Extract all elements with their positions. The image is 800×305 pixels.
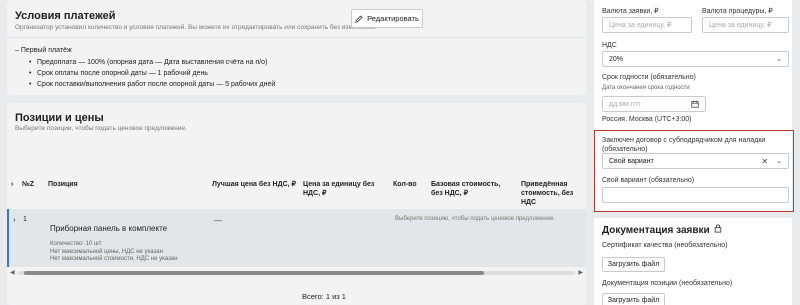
lock-icon — [715, 224, 722, 233]
position-max-cost: Нет максимальной стоимости, НДС не указа… — [50, 256, 178, 262]
upload-position-docs-button[interactable]: Загрузить файл — [602, 293, 665, 305]
payment-conditions-title: Условия платежей — [15, 10, 116, 22]
positions-subtitle: Выберите позиции, чтобы подать ценовое п… — [15, 125, 187, 132]
main-content: Условия платежей Организатор установил к… — [0, 0, 586, 305]
col-unit-price[interactable]: Цена за единицу без НДС, ₽ — [303, 180, 383, 198]
col-number[interactable]: №Z — [22, 180, 34, 189]
quality-cert-label: Сертификат качества (необязательно) — [602, 242, 728, 249]
unit-price-input-proc[interactable]: Цена за единицу, ₽ — [702, 17, 789, 33]
expand-all-icon[interactable]: › — [11, 180, 13, 189]
docs-title: Документация заявки — [602, 224, 722, 236]
col-base-cost[interactable]: Базовая стоимость, без НДС, ₽ — [431, 180, 511, 198]
highlight-frame — [594, 130, 794, 212]
best-price-value: — — [214, 216, 222, 225]
scrollbar-thumb[interactable] — [24, 271, 484, 275]
expiry-hint: Дата окончания срока годности — [602, 85, 690, 91]
unit-price-input-app[interactable]: Цена за единицу, ₽ — [602, 17, 692, 33]
date-placeholder: дд.мм.гггг — [609, 100, 641, 108]
positions-card: Позиции и цены Выберите позиции, чтобы п… — [7, 103, 586, 305]
position-max-price: Нет максимальной цены, НДС не указан — [50, 248, 163, 255]
payment-conditions-card: Условия платежей Организатор установил к… — [7, 0, 586, 95]
col-reduced-cost[interactable]: Приведённая стоимость, без НДС — [521, 180, 586, 207]
position-docs-label: Документация позиции (необязательно) — [602, 280, 733, 287]
payment-head: – Первый платёж — [15, 47, 72, 54]
table-row[interactable]: › 1 Приборная панель в комплекте Количес… — [7, 209, 586, 267]
payment-item: Предоплата — 100% (опорная дата — Дата в… — [29, 57, 275, 68]
col-quantity[interactable]: Кол-во — [393, 180, 417, 189]
upload-quality-button[interactable]: Загрузить файл — [602, 257, 665, 272]
position-meta: Количество: 10 шт Нет максимальной цены,… — [50, 241, 178, 264]
divider — [7, 37, 586, 38]
expiry-date-input[interactable]: дд.мм.гггг — [602, 96, 706, 112]
col-position[interactable]: Позиция — [48, 180, 78, 189]
col-best-price[interactable]: Лучшая цена без НДС, ₽ — [212, 180, 297, 189]
vat-label: НДС — [602, 42, 617, 49]
row-hint: Выберите позицию, чтобы подать ценовое п… — [395, 216, 555, 222]
chevron-down-icon: ⌄ — [776, 56, 782, 63]
positions-title: Позиции и цены — [15, 112, 104, 124]
pager-total: Всего: 1 из 1 — [302, 292, 346, 301]
payment-item: Срок поставки/выполнения работ после опо… — [29, 79, 275, 90]
edit-button[interactable]: Редактировать — [351, 9, 423, 28]
payment-list: – Первый платёж Предоплата — 100% (опорн… — [15, 47, 275, 90]
scroll-left-icon[interactable]: ◀ — [10, 269, 15, 276]
timezone-text: Россия, Москва (UTC+3:00) — [602, 116, 692, 123]
expiry-label: Срок годности (обязательно) — [602, 74, 696, 81]
app-currency-label: Валюта заявки, ₽ — [602, 8, 659, 15]
expand-row-icon[interactable]: › — [13, 215, 16, 224]
docs-title-text: Документация заявки — [602, 225, 710, 236]
scroll-right-icon[interactable]: ▶ — [578, 269, 583, 276]
position-name: Приборная панель в комплекте — [50, 224, 168, 233]
payment-item: Срок оплаты после опорной даты — 1 рабоч… — [29, 68, 275, 79]
right-panel: Валюта заявки, ₽ Валюта процедуры, ₽ Цен… — [586, 0, 800, 305]
payment-conditions-subtitle: Организатор установил количество и услов… — [15, 24, 377, 31]
edit-button-label: Редактировать — [367, 14, 419, 23]
vat-select[interactable]: 20% ⌄ — [602, 51, 789, 67]
vat-value: 20% — [609, 55, 624, 63]
position-quantity: Количество: 10 шт — [50, 241, 102, 247]
row-number: 1 — [23, 216, 27, 223]
pencil-icon — [355, 14, 363, 23]
proc-currency-label: Валюта процедуры, ₽ — [702, 8, 773, 15]
calendar-icon[interactable] — [691, 100, 699, 108]
horizontal-scrollbar[interactable]: ◀ ▶ — [10, 270, 583, 276]
